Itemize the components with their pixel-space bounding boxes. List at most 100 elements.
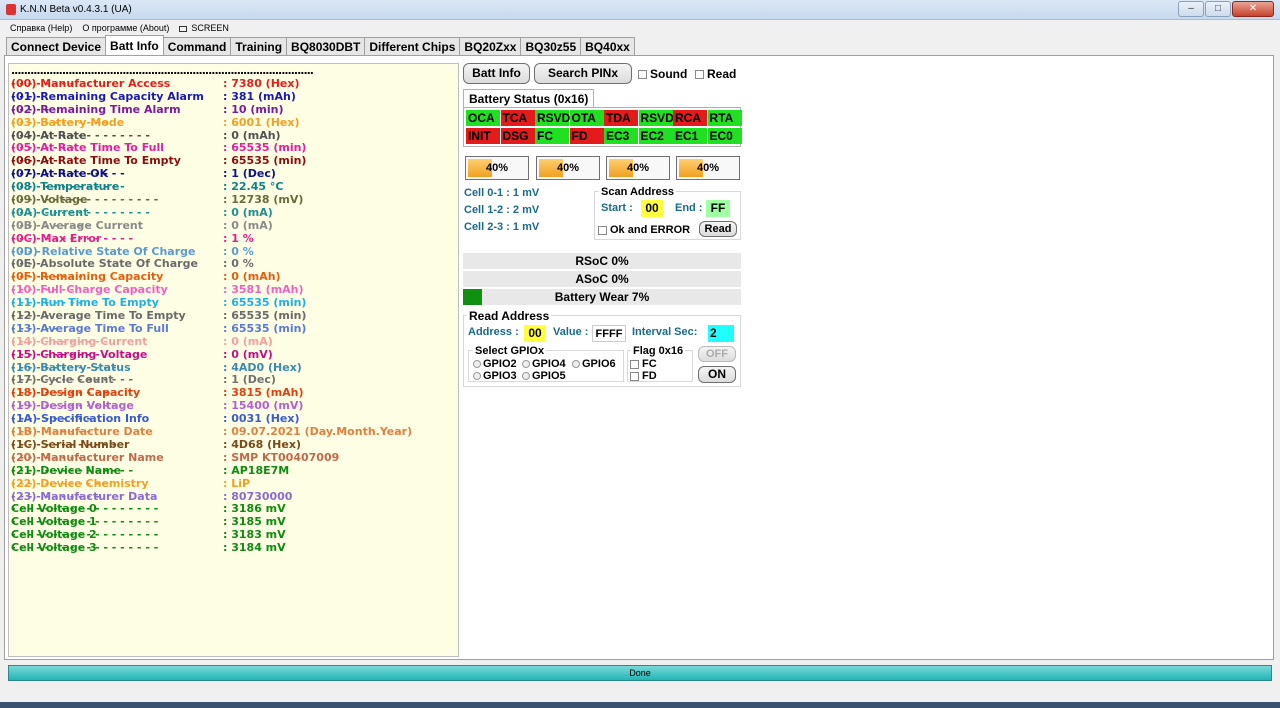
tab-bq30z55[interactable]: BQ30z55 — [520, 37, 582, 55]
scan-start-label: Start : — [601, 202, 633, 214]
search-pinx-button[interactable]: Search PINx — [534, 63, 632, 84]
gpio3-radio[interactable]: GPIO3 — [473, 370, 517, 382]
info-row-value: : 7380 (Hex) — [223, 77, 300, 90]
value-field: FFFF — [592, 325, 626, 342]
sound-check-box[interactable] — [638, 70, 647, 80]
on-button[interactable]: ON — [698, 366, 736, 383]
scan-read-button[interactable]: Read — [699, 221, 737, 237]
cell-diff-1-2: Cell 1-2 : 2 mV — [464, 204, 540, 216]
fc-checkbox[interactable]: FC — [630, 358, 657, 370]
info-row-dots: - - - - - - - - - - - - - — [11, 437, 117, 451]
sound-label: Sound — [650, 67, 688, 81]
read-check-box[interactable] — [695, 70, 704, 80]
window-title: K.N.N Beta v0.4.3.1 (UA) — [20, 4, 132, 15]
status-flag-rta: RTA — [707, 110, 742, 126]
status-flag-rsvd: RSVD — [535, 110, 571, 126]
tab-bq20zxx[interactable]: BQ20Zxx — [459, 37, 522, 55]
ok-error-check-box[interactable] — [598, 225, 607, 235]
fc-check-box[interactable] — [630, 359, 639, 369]
info-row-value: : 0 (mA) — [223, 218, 273, 232]
gpio6-radio[interactable]: GPIO6 — [572, 358, 616, 370]
address-input[interactable]: 00 — [524, 325, 546, 342]
info-row-value: : 4D68 (Hex) — [223, 437, 301, 451]
interval-input[interactable]: 2 — [708, 325, 734, 342]
info-row-value: : LiP — [223, 476, 251, 490]
tab-command[interactable]: Command — [162, 37, 232, 55]
status-bar: Done — [8, 665, 1272, 681]
read-checkbox[interactable]: Read — [695, 67, 736, 81]
info-row-value: : 6001 (Hex) — [223, 115, 300, 129]
value-label: Value : — [553, 326, 589, 338]
battery-status-title: Battery Status (0x16) — [463, 89, 595, 107]
gpio3-radio-dot[interactable] — [473, 372, 481, 381]
info-row-dots: - - - - - - - - - — [11, 450, 83, 464]
list-separator: ........................................… — [11, 64, 314, 77]
fd-checkbox[interactable]: FD — [630, 370, 657, 382]
info-row: (21) Device Name - - - - - - - - - - - - … — [11, 463, 458, 478]
gpio5-radio[interactable]: GPIO5 — [522, 370, 566, 382]
gpio6-radio-dot[interactable] — [572, 360, 580, 369]
cell-progress-text: 40% — [485, 162, 509, 174]
flag-title: Flag 0x16 — [631, 345, 686, 357]
info-row-dots: - - - - - — [11, 309, 50, 323]
menu-help[interactable]: Справка (Help) — [10, 23, 72, 33]
status-flag-ec3: EC3 — [604, 128, 638, 144]
scan-start-input[interactable]: 00 — [641, 200, 663, 217]
gpio5-radio-dot[interactable] — [522, 372, 530, 381]
info-row: (02) Remaining Time Alarm - - - - -: 10 (… — [11, 103, 458, 117]
info-row-dots: - - - - - - - - - - - — [11, 347, 100, 361]
scan-address-title: Scan Address — [599, 186, 676, 198]
info-row-dots: - - - - - - - - - - - - - - - - - — [11, 205, 150, 219]
info-row-value: : 12738 (mV) — [223, 193, 304, 207]
ok-error-checkbox[interactable]: Ok and ERROR — [598, 224, 690, 236]
batt-info-button[interactable]: Batt Info — [463, 63, 530, 84]
info-row-dots: - - - - - - - - - - - - - - - - - - — [11, 541, 159, 555]
maximize-button[interactable]: □ — [1205, 1, 1231, 17]
gpio5-label: GPIO5 — [532, 370, 566, 382]
sound-checkbox[interactable]: Sound — [638, 67, 687, 81]
tab-training[interactable]: Training — [230, 37, 288, 55]
status-flag-tda: TDA — [604, 110, 638, 126]
info-row-dots: - - - - - - — [11, 321, 58, 335]
tab-bq40xx[interactable]: BQ40xx — [580, 37, 635, 55]
info-row-dots: - - - - - - - - - - - - — [11, 115, 108, 129]
gpio3-label: GPIO3 — [483, 370, 517, 382]
close-button[interactable]: ✕ — [1232, 1, 1274, 17]
scan-end-input[interactable]: FF — [706, 200, 730, 217]
menu-screen[interactable]: SCREEN — [179, 23, 229, 33]
battery-wear-fill — [463, 289, 483, 305]
info-row-value: : SMP KT00407009 — [223, 450, 340, 464]
tab-different-chips[interactable]: Different Chips — [364, 37, 461, 55]
off-button[interactable]: OFF — [698, 346, 736, 362]
info-row: (0B) Average Current - - - - - - - - - -:… — [11, 218, 458, 233]
status-flag-dsg: DSG — [500, 128, 535, 144]
fd-check-box[interactable] — [630, 371, 639, 381]
tab-strip: Connect Device Batt Info Command Trainin… — [6, 35, 635, 55]
read-label: Read — [707, 67, 737, 81]
gpio4-radio[interactable]: GPIO4 — [522, 358, 566, 370]
info-row: (03) Battery Mode - - - - - - - - - - - -… — [11, 115, 458, 130]
info-row: (01) Remaining Capacity Alarm - - - -: 38… — [11, 90, 458, 104]
info-row: (15) Charging Voltage - - - - - - - - - -… — [11, 347, 458, 362]
info-row-dots: - - - - - - - - — [11, 77, 75, 90]
gpio2-label: GPIO2 — [483, 358, 517, 370]
tab-bq8030dbt[interactable]: BQ8030DBT — [286, 37, 366, 55]
taskbar-strip — [0, 702, 1280, 708]
info-row-value: : AP18E7M — [223, 463, 290, 477]
rsoc-bar: RSoC 0% — [463, 253, 741, 270]
gpio2-radio[interactable]: GPIO2 — [473, 358, 517, 370]
tab-batt-info[interactable]: Batt Info — [105, 35, 164, 55]
minimize-button[interactable]: – — [1178, 1, 1204, 17]
gpio4-radio-dot[interactable] — [522, 360, 530, 369]
info-row: (1B) Manufacture Date - - - - - - - - - -… — [11, 425, 458, 439]
info-row-dots: - - - - - - - - - - — [11, 218, 92, 232]
menu-about[interactable]: О программе (About) — [82, 23, 169, 33]
battery-wear-bar: Battery Wear 7% — [463, 289, 741, 306]
info-row: (00) Manufacturer Access - - - - - - - -:… — [11, 77, 458, 91]
tab-connect-device[interactable]: Connect Device — [6, 37, 107, 55]
fd-label: FD — [642, 370, 657, 382]
gpio6-label: GPIO6 — [582, 358, 616, 370]
info-row: (12) Average Time To Empty - - - - -: 655… — [11, 309, 458, 323]
gpio2-radio-dot[interactable] — [473, 360, 481, 369]
screen-icon — [179, 25, 188, 32]
